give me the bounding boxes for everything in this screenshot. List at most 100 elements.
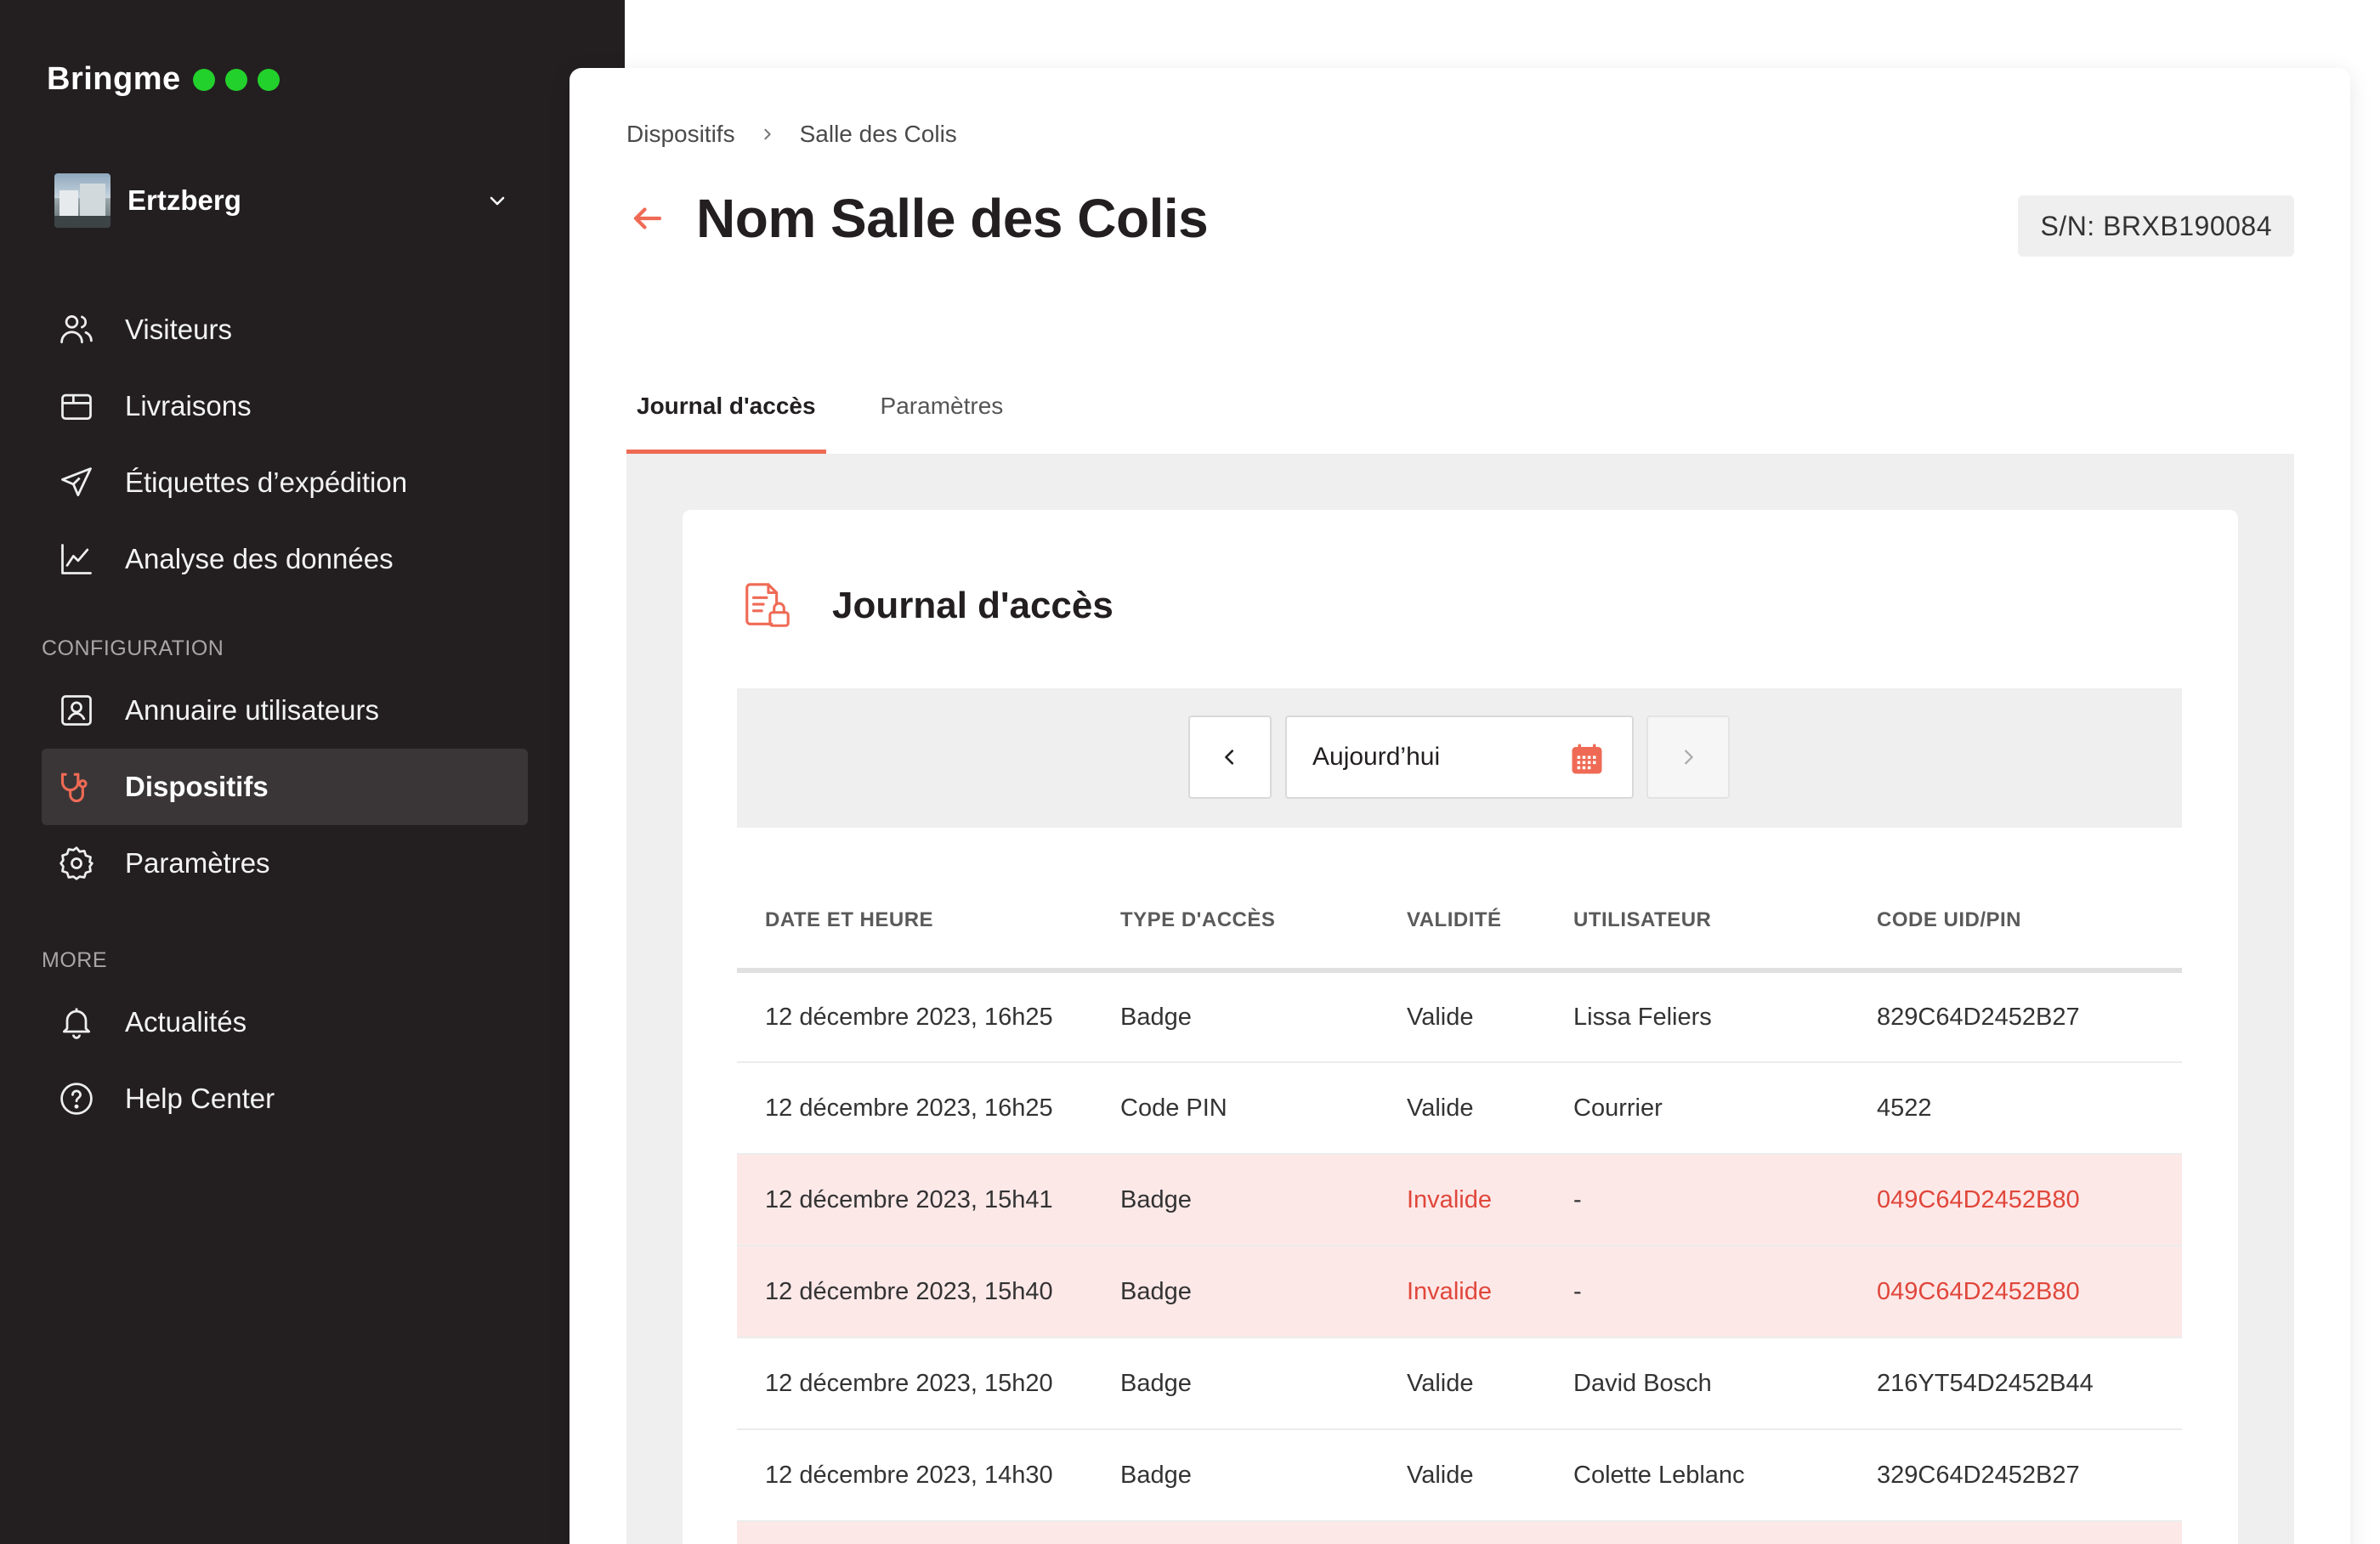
table-row[interactable]: 12 décembre 2023, 14h20Code PINInvalide-… [737,1521,2182,1544]
access-log-table: DATE ET HEURE TYPE D'ACCÈS VALIDITÉ UTIL… [737,872,2182,1544]
main-nav: Visiteurs Livraisons Étiquettes d’expédi… [42,291,528,597]
users-icon [57,310,96,349]
cell-user: - [1545,1154,1849,1247]
send-icon [57,463,96,502]
cell-user: Lissa Feliers [1545,970,1849,1063]
next-day-button[interactable] [1646,715,1730,799]
cell-date: 12 décembre 2023, 14h30 [737,1429,1092,1522]
cell-code: 4522 [1849,1062,2182,1155]
brand-name: Bringme [47,61,181,97]
site-name: Ertzberg [128,184,241,216]
serial-number-badge: S/N: BRXB190084 [2018,195,2294,257]
cell-code: 049C64D2452B80 [1849,1246,2182,1338]
column-header-date[interactable]: DATE ET HEURE [737,872,1092,973]
cell-user: - [1545,1246,1849,1338]
column-header-user[interactable]: UTILISATEUR [1545,872,1849,973]
column-header-validity[interactable]: VALIDITÉ [1379,872,1545,973]
help-circle-icon [57,1079,96,1118]
title-row: Nom Salle des Colis [626,187,1209,250]
plug-icon [57,767,96,806]
cell-date: 12 décembre 2023, 15h40 [737,1246,1092,1338]
chevron-right-icon [1685,749,1693,765]
table-row[interactable]: 12 décembre 2023, 16h25 Badge Valide Lissa … [737,970,2182,1063]
brand-dot [192,68,215,91]
gear-icon [57,844,96,883]
cell-user: - [1545,1521,1849,1544]
sidebar-item-label: Dispositifs [125,771,269,802]
bell-icon [57,1003,96,1042]
cell-access-type: Badge [1092,1246,1379,1338]
table-row[interactable]: 12 décembre 2023, 15h41 Badge Invalide -049… [737,1154,2182,1247]
date-navigator: Aujourd’hui [737,688,2182,828]
breadcrumb-parent-link[interactable]: Dispositifs [626,121,735,148]
package-icon [57,387,96,426]
table-row[interactable]: 12 décembre 2023, 15h20 Badge Valide David … [737,1338,2182,1430]
brand-dots [192,68,280,91]
cell-access-type: Code PIN [1092,1062,1379,1155]
document-lock-icon [740,580,793,632]
cell-access-type: Badge [1092,1429,1379,1522]
previous-day-button[interactable] [1188,715,1272,799]
cell-code: 216YT54D2452B44 [1849,1338,2182,1430]
cell-date: 12 décembre 2023, 15h20 [737,1338,1092,1430]
cell-validity: Invalide [1379,1246,1545,1338]
more-nav: MORE Actualités Help Center [42,936,528,1137]
chart-line-icon [57,540,96,579]
back-arrow-icon[interactable] [626,197,669,240]
cell-access-type: Badge [1092,1154,1379,1247]
site-switcher[interactable]: Ertzberg [54,173,509,228]
cell-validity: Valide [1379,1338,1545,1430]
sidebar-item-visiteurs[interactable]: Visiteurs [42,291,528,368]
sidebar-item-label: Annuaire utilisateurs [125,694,379,726]
date-picker-value: Aujourd’hui [1312,743,1441,771]
tab-parametres[interactable]: Paramètres [870,359,1014,454]
sidebar-item-actualites[interactable]: Actualités [42,984,528,1060]
table-row[interactable]: 12 décembre 2023, 14h30 Badge Valide Colett… [737,1429,2182,1522]
sidebar: Bringme Ertzberg Visiteurs Livraisons Ét… [0,0,625,1544]
cell-date: 12 décembre 2023, 16h25 [737,1062,1092,1155]
tab-bar: Journal d'accès Paramètres [626,359,1057,454]
cell-validity: Valide [1379,970,1545,1063]
access-log-card: Journal d'accès Aujourd’hui DATE ET HEUR… [683,510,2238,1544]
brand-logo[interactable]: Bringme [47,61,280,98]
main-panel: Dispositifs Salle des Colis Nom Salle de… [570,68,2350,1544]
sidebar-item-help[interactable]: Help Center [42,1060,528,1137]
column-header-type[interactable]: TYPE D'ACCÈS [1092,872,1379,973]
cell-access-type: Code PIN [1092,1521,1379,1544]
cell-user: Courrier [1545,1062,1849,1155]
tab-journal[interactable]: Journal d'accès [626,359,826,454]
sidebar-item-livraisons[interactable]: Livraisons [42,368,528,444]
table-row[interactable]: 12 décembre 2023, 15h40 Badge Invalide -049… [737,1246,2182,1338]
sidebar-item-analyse[interactable]: Analyse des données [42,521,528,597]
cell-code: 049C64D2452B80 [1849,1154,2182,1247]
date-picker-field[interactable]: Aujourd’hui [1285,715,1634,799]
breadcrumb-current: Salle des Colis [799,121,957,147]
table-row[interactable]: 12 décembre 2023, 16h25 Code PIN Valide Cou… [737,1062,2182,1155]
cell-date: 12 décembre 2023, 16h25 [737,970,1092,1063]
page-title: Nom Salle des Colis [696,188,1209,249]
cell-user: Colette Leblanc [1545,1429,1849,1522]
chevron-left-icon [1225,749,1234,765]
nav-section-title: MORE [42,947,107,972]
brand-dot [257,68,280,91]
sidebar-item-label: Paramètres [125,847,270,879]
sidebar-item-etiquettes[interactable]: Étiquettes d’expédition [42,444,528,521]
sidebar-item-label: Analyse des données [125,543,394,574]
cell-user: David Bosch [1545,1338,1849,1430]
calendar-icon[interactable] [1569,741,1605,777]
sidebar-item-parametres[interactable]: Paramètres [42,825,528,902]
contact-card-icon [57,691,96,730]
column-header-code[interactable]: CODE UID/PIN [1849,872,2182,973]
sidebar-item-label: Help Center [125,1083,275,1114]
sidebar-item-annuaire[interactable]: Annuaire utilisateurs [42,672,528,749]
sidebar-item-dispositifs[interactable]: Dispositifs [42,749,528,825]
cell-validity: Invalide [1379,1521,1545,1544]
cell-date: 12 décembre 2023, 15h41 [737,1154,1092,1247]
sidebar-item-label: Actualités [125,1006,247,1038]
table-header-row: DATE ET HEURE TYPE D'ACCÈS VALIDITÉ UTIL… [737,872,2182,973]
cell-date: 12 décembre 2023, 14h20 [737,1521,1092,1544]
cell-access-type: Badge [1092,1338,1379,1430]
tab-content: Journal d'accès Aujourd’hui DATE ET HEUR… [626,454,2294,1544]
site-thumbnail [54,173,110,228]
cell-code: 329C64D2452B27 [1849,1429,2182,1522]
